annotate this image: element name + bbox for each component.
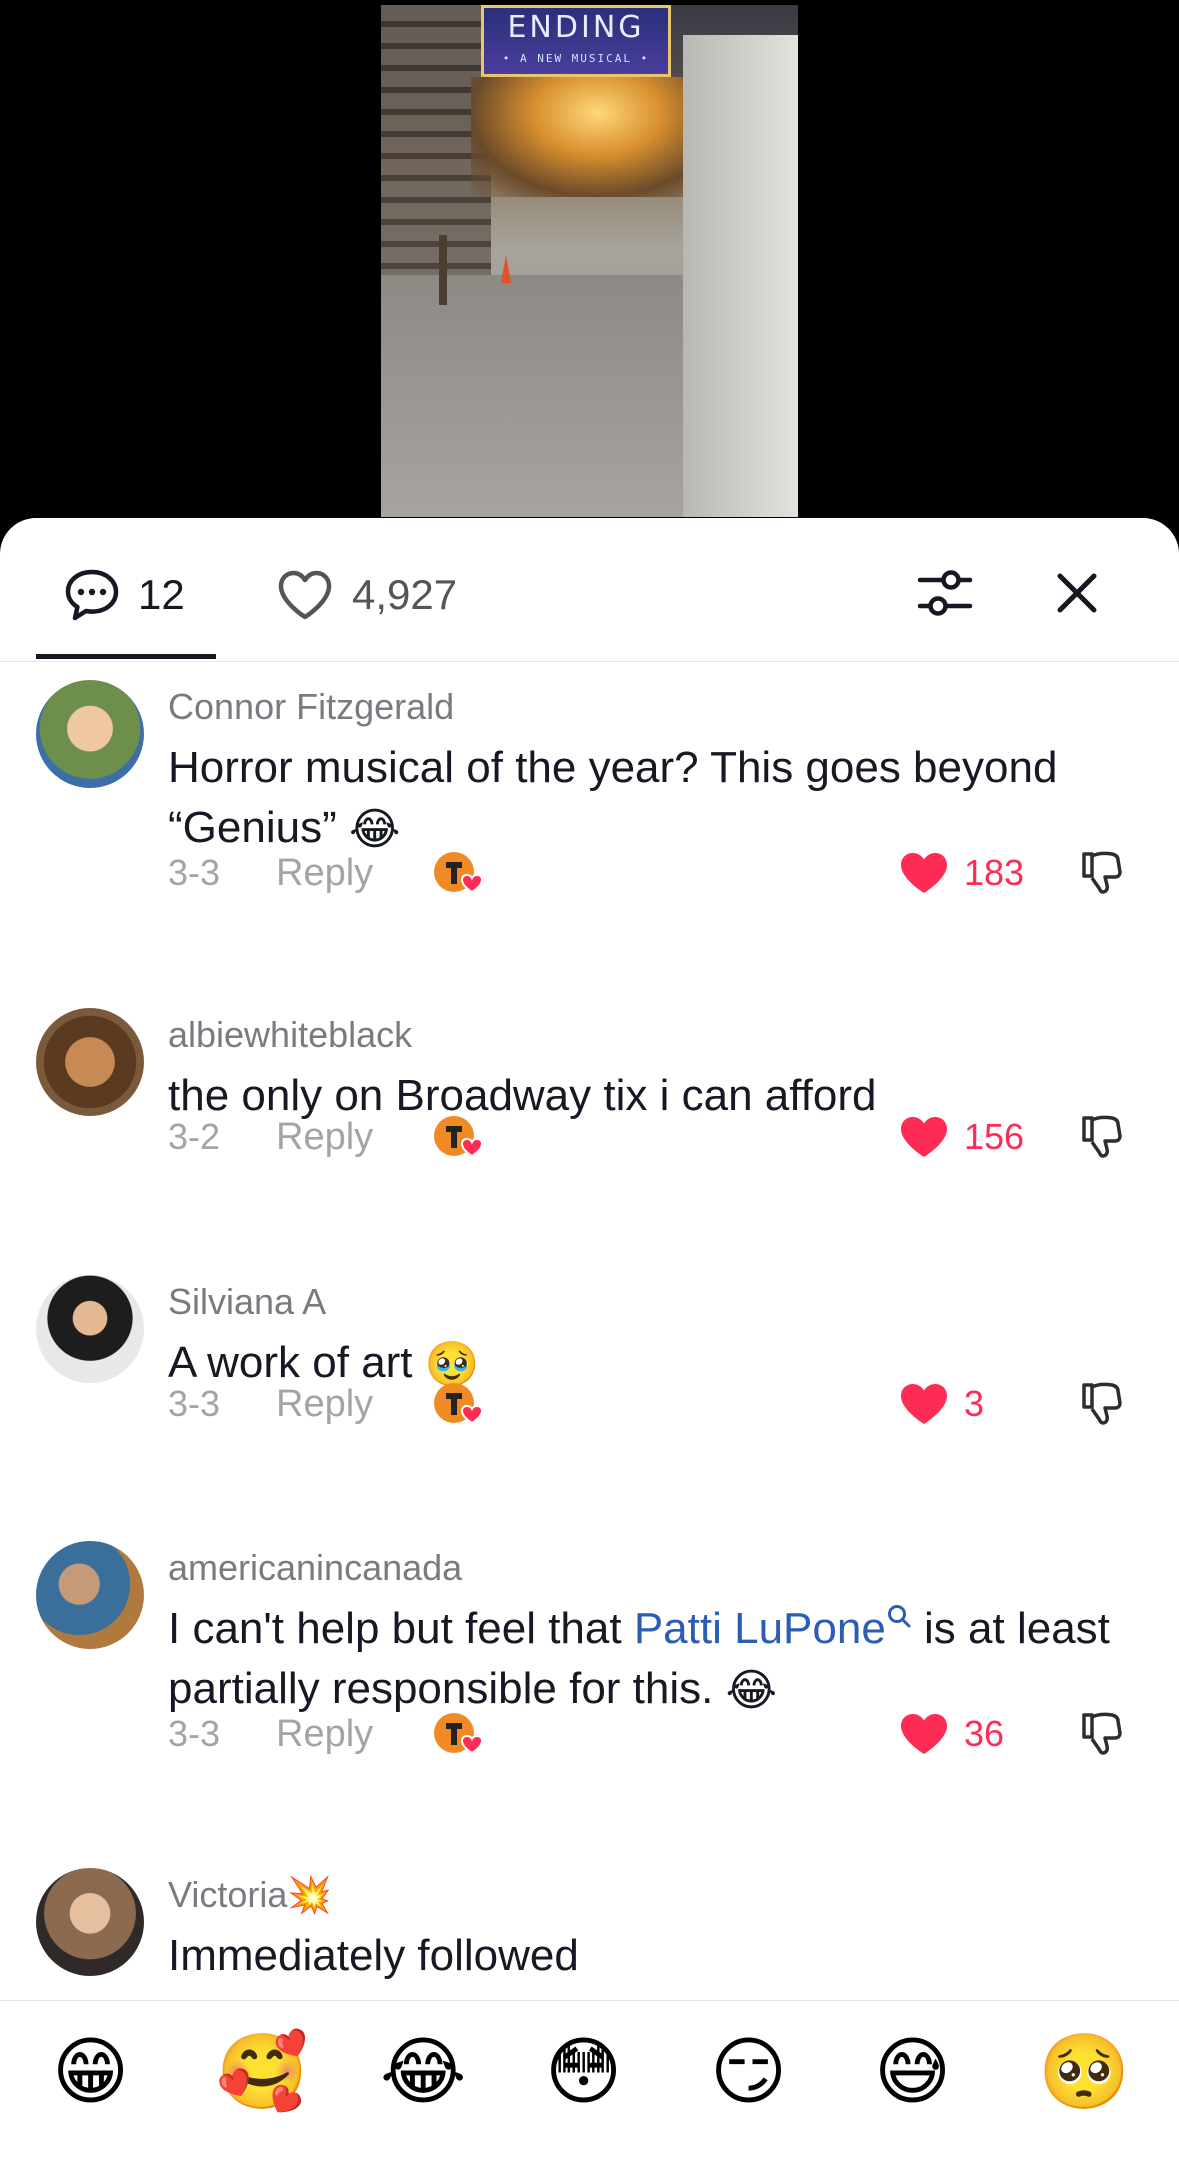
- thumbs-down-icon[interactable]: [1076, 1709, 1126, 1759]
- emoji-smirking[interactable]: 😏: [710, 2031, 792, 2113]
- comment-text: I can't help but feel that Patti LuPone …: [168, 1599, 1148, 1721]
- heart-filled-icon: [901, 1117, 947, 1157]
- speech-bubble-icon: [65, 569, 119, 621]
- video-thumbnail[interactable]: ENDING • A NEW MUSICAL •: [381, 5, 798, 517]
- tab-likes[interactable]: 4,927: [276, 570, 457, 620]
- comments-header: 12 4,927: [0, 518, 1179, 662]
- comment-date: 3-2: [168, 1116, 221, 1157]
- comment-item: Victoria💥 Immediately followed: [0, 1868, 1179, 2008]
- search-icon[interactable]: [886, 1603, 912, 1633]
- mention-link[interactable]: Patti LuPone: [634, 1604, 886, 1653]
- comment-meta: 3-2 Reply 156: [168, 1112, 1148, 1162]
- comment-meta: 3-3 Reply 3: [168, 1379, 1148, 1429]
- comment-text: Immediately followed: [168, 1931, 579, 1980]
- comment-date: 3-3: [168, 852, 221, 893]
- comment-text: Horror musical of the year? This goes be…: [168, 738, 1148, 860]
- creator-liked-icon: [434, 1116, 484, 1158]
- tab-comments[interactable]: 12: [64, 569, 185, 621]
- like-count: 3: [964, 1383, 985, 1424]
- reply-button[interactable]: Reply: [276, 1116, 373, 1159]
- active-tab-indicator: [36, 654, 216, 659]
- comment-username[interactable]: Silviana A: [168, 1281, 326, 1323]
- comment-username[interactable]: albiewhiteblack: [168, 1014, 412, 1056]
- avatar[interactable]: [36, 1008, 144, 1116]
- sliders-icon: [917, 570, 973, 616]
- comment-meta: 3-3 Reply 36: [168, 1709, 1148, 1759]
- comments-count: 12: [138, 571, 185, 618]
- emoji-smiling-hearts[interactable]: 🥰: [216, 2031, 308, 2113]
- like-count: 36: [964, 1713, 1005, 1754]
- like-count: 156: [964, 1116, 1025, 1157]
- reply-button[interactable]: Reply: [276, 1713, 373, 1756]
- comment-text-before: I can't help but feel that: [168, 1604, 634, 1653]
- like-button[interactable]: 3: [898, 1379, 984, 1429]
- comment-item: Connor Fitzgerald Horror musical of the …: [0, 680, 1179, 980]
- comment-item: americanincanada I can't help but feel t…: [0, 1541, 1179, 1841]
- emoji-pleading[interactable]: 🥺: [1038, 2031, 1130, 2113]
- like-button[interactable]: 156: [898, 1112, 1024, 1162]
- emoji-flushed[interactable]: 😳: [545, 2031, 627, 2113]
- creator-liked-icon: [434, 852, 484, 894]
- thumbs-down-icon[interactable]: [1076, 848, 1126, 898]
- like-button[interactable]: 36: [898, 1709, 1004, 1759]
- like-button[interactable]: 183: [898, 848, 1024, 898]
- theater-sign: ENDING • A NEW MUSICAL •: [481, 5, 671, 77]
- theater-marquee-lights: [471, 77, 701, 197]
- quick-emoji-bar: 😁 🥰 😂 😳 😏 😅 🥺: [0, 2000, 1179, 2160]
- reply-button[interactable]: Reply: [276, 1383, 373, 1426]
- comment-item: albiewhiteblack the only on Broadway tix…: [0, 1008, 1179, 1248]
- avatar[interactable]: [36, 1541, 144, 1649]
- sign-subtitle: • A NEW MUSICAL •: [502, 52, 650, 65]
- emoji-tears-of-joy[interactable]: 😂: [380, 2031, 466, 2113]
- wall-right: [683, 35, 798, 517]
- creator-liked-icon: [434, 1713, 484, 1755]
- sidewalk: [381, 275, 683, 517]
- reply-button[interactable]: Reply: [276, 852, 373, 895]
- comment-item: Silviana A A work of art 🥹 3-3 Reply 3: [0, 1275, 1179, 1515]
- video-player[interactable]: ENDING • A NEW MUSICAL •: [0, 0, 1179, 540]
- likes-count: 4,927: [352, 571, 458, 618]
- like-count: 183: [964, 852, 1025, 893]
- comment-username[interactable]: Victoria💥: [168, 1874, 332, 1916]
- heart-filled-icon: [901, 1714, 947, 1754]
- heart-filled-icon: [901, 853, 947, 893]
- emoji-grinning[interactable]: 😁: [52, 2031, 134, 2113]
- heart-outline-icon: [278, 570, 332, 620]
- comment-date: 3-3: [168, 1713, 221, 1754]
- thumbs-down-icon[interactable]: [1076, 1379, 1126, 1429]
- heart-filled-icon: [901, 1384, 947, 1424]
- emoji-sweat-smile[interactable]: 😅: [874, 2031, 956, 2113]
- filter-button[interactable]: [914, 562, 976, 624]
- comment-username[interactable]: Connor Fitzgerald: [168, 686, 454, 728]
- street-pole: [439, 235, 447, 305]
- comment-username[interactable]: americanincanada: [168, 1547, 462, 1589]
- avatar[interactable]: [36, 1868, 144, 1976]
- sign-title: ENDING: [507, 10, 645, 45]
- avatar[interactable]: [36, 1275, 144, 1383]
- thumbs-down-icon[interactable]: [1076, 1112, 1126, 1162]
- avatar[interactable]: [36, 680, 144, 788]
- comment-date: 3-3: [168, 1383, 221, 1424]
- comment-meta: 3-3 Reply 183: [168, 848, 1148, 898]
- close-icon: [1057, 573, 1097, 613]
- creator-liked-icon: [434, 1383, 484, 1425]
- traffic-cone: [501, 255, 511, 283]
- comment-text-body: Horror musical of the year? This goes be…: [168, 743, 1058, 852]
- comments-sheet: 12 4,927 Connor Fitzgerald Horror musica…: [0, 518, 1179, 2160]
- username-text: Victoria: [168, 1874, 288, 1915]
- close-button[interactable]: [1046, 562, 1108, 624]
- collision-emoji: 💥: [287, 1874, 333, 1915]
